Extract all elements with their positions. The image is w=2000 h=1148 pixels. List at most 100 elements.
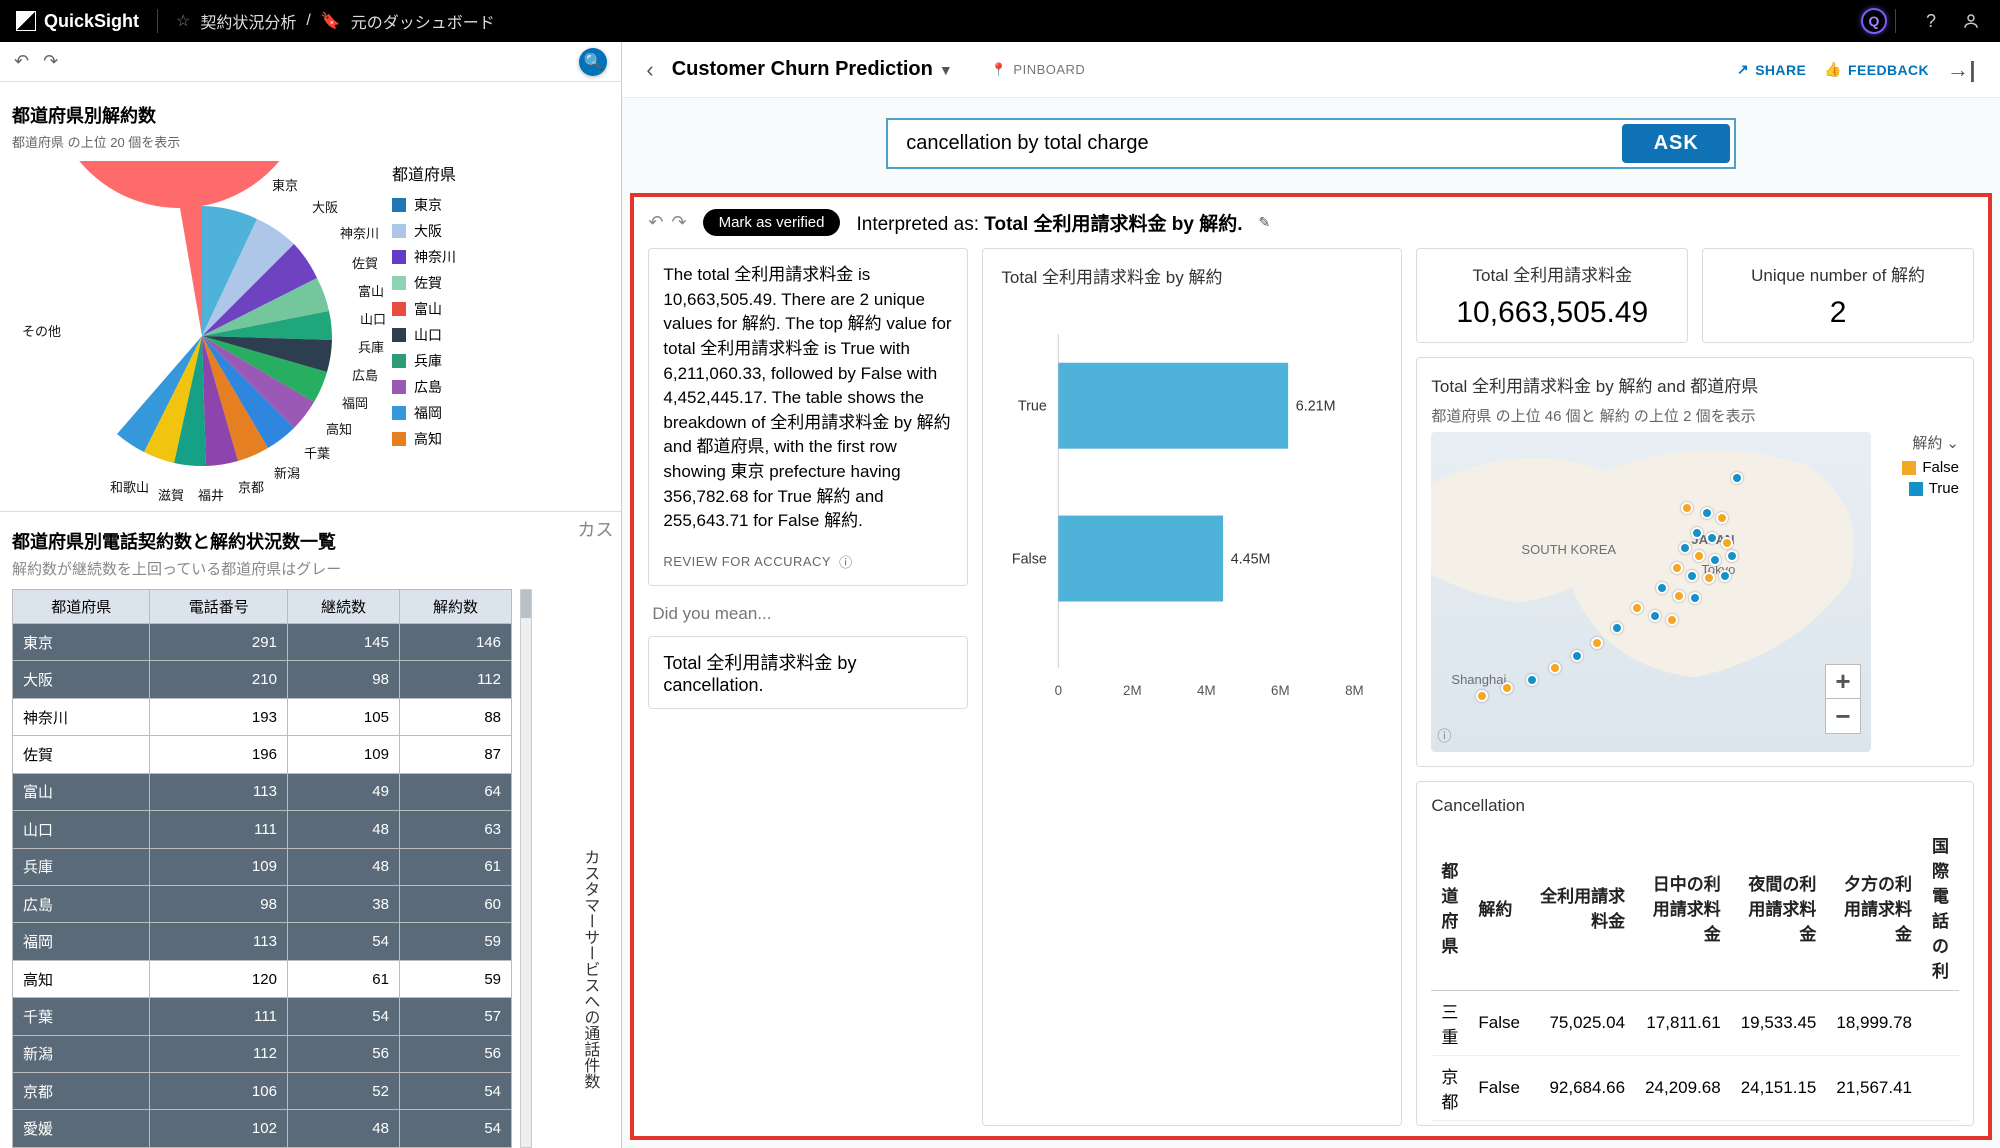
slice-label: 高知 — [326, 419, 352, 438]
bookmark-icon: 🔖 — [321, 11, 341, 31]
redo-button[interactable]: ↷ — [43, 51, 58, 72]
expand-button[interactable]: →| — [1947, 57, 1976, 83]
table-row[interactable]: 京都False92,684.6624,209.6824,151.1521,567… — [1431, 1056, 1959, 1121]
undo-button[interactable]: ↶ — [14, 51, 29, 72]
svg-text:8M: 8M — [1345, 683, 1364, 698]
table-header[interactable]: 解約数 — [399, 590, 511, 624]
undo-icon[interactable]: ↶ — [648, 212, 663, 233]
table-header[interactable]: 都道府県 — [13, 590, 150, 624]
q-floating-button[interactable]: 🔍 — [579, 48, 607, 76]
map-info-icon[interactable]: ⓘ — [1437, 726, 1451, 746]
zoom-in-button[interactable]: + — [1826, 665, 1860, 699]
legend-swatch — [392, 250, 406, 264]
pin-icon: 📍 — [991, 62, 1008, 78]
help-button[interactable]: ? — [1918, 8, 1944, 34]
user-menu-button[interactable] — [1958, 8, 1984, 34]
table-row[interactable]: 愛媛1024854 — [13, 1110, 512, 1148]
table-row[interactable]: 佐賀19610987 — [13, 736, 512, 773]
slice-label: 神奈川 — [340, 223, 379, 242]
redo-icon[interactable]: ↷ — [672, 212, 687, 233]
q-assistant-button[interactable]: Q — [1861, 8, 1887, 34]
back-button[interactable]: ‹ — [646, 57, 653, 83]
result-undo-redo: ↶ ↷ — [648, 212, 686, 233]
table-header[interactable]: 解約 — [1468, 824, 1530, 991]
table-header[interactable]: 夕方の利用請求料金 — [1826, 824, 1922, 991]
topic-selector[interactable]: Customer Churn Prediction ▼ — [672, 58, 953, 81]
pinboard-button[interactable]: 📍 PINBOARD — [991, 62, 1086, 78]
review-accuracy[interactable]: REVIEW FOR ACCURACY ⓘ — [663, 552, 953, 571]
separator: / — [306, 12, 310, 30]
bar-chart[interactable]: 02M4M6M8MTrue6.21MFalse4.45M — [1001, 296, 1383, 716]
legend-item[interactable]: 山口 — [392, 325, 572, 345]
table-header[interactable]: 継続数 — [287, 590, 399, 624]
legend-swatch — [392, 432, 406, 446]
q-assistant-icon: Q — [1861, 8, 1887, 34]
app-logo[interactable]: QuickSight — [16, 11, 139, 32]
prefecture-table[interactable]: 都道府県電話番号継続数解約数 東京291145146大阪21098112神奈川1… — [12, 589, 512, 1148]
slice-label: 富山 — [358, 281, 384, 300]
legend-item[interactable]: 神奈川 — [392, 247, 572, 267]
slice-label: 京都 — [238, 477, 264, 496]
table-row[interactable]: 福岡1135459 — [13, 923, 512, 960]
table-row[interactable]: 新潟1125656 — [13, 1035, 512, 1072]
table-row[interactable]: 山口1114863 — [13, 811, 512, 848]
table-row[interactable]: 千葉1115457 — [13, 998, 512, 1035]
cancellation-table[interactable]: 都道府県解約全利用請求料金日中の利用請求料金夜間の利用請求料金夕方の利用請求料金… — [1431, 824, 1959, 1126]
table-row[interactable]: 兵庫1094861 — [13, 848, 512, 885]
legend-item[interactable]: 大阪 — [392, 221, 572, 241]
legend-item[interactable]: 兵庫 — [392, 351, 572, 371]
vertical-scrollbar[interactable] — [520, 589, 532, 1148]
legend-item[interactable]: 東京 — [392, 195, 572, 215]
table-row[interactable]: 広島983860 — [13, 885, 512, 922]
table-row[interactable]: 神奈川19310588 — [13, 698, 512, 735]
pie-legend: 都道府県 東京大阪神奈川佐賀富山山口兵庫広島福岡高知 — [392, 161, 572, 501]
table-row[interactable]: 佐賀False206,342.5453,630.0552,114.3351,41… — [1431, 1121, 1959, 1127]
left-dashboard-panel: ↶ ↷ 🔍 都道府県別解約数 都道府県 の上位 20 個を表示 — [0, 42, 622, 1148]
slice-label: 滋賀 — [158, 485, 184, 504]
table-row[interactable]: 三重False75,025.0417,811.6119,533.4518,999… — [1431, 991, 1959, 1056]
kpi-row: Total 全利用請求料金 10,663,505.49 Unique numbe… — [1416, 248, 1974, 343]
svg-text:4M: 4M — [1197, 683, 1216, 698]
dashboard-link[interactable]: 元のダッシュボード — [351, 9, 495, 33]
svg-text:False: False — [1012, 551, 1047, 567]
legend-item[interactable]: 広島 — [392, 377, 572, 397]
svg-text:0: 0 — [1055, 683, 1062, 698]
left-toolbar: ↶ ↷ 🔍 — [0, 42, 621, 82]
ask-button[interactable]: ASK — [1622, 124, 1730, 163]
map-visual[interactable]: SOUTH KOREA JAPAN Tokyo Shanghai + − — [1431, 432, 1871, 752]
legend-item[interactable]: 佐賀 — [392, 273, 572, 293]
table-row[interactable]: 大阪21098112 — [13, 661, 512, 698]
map-legend: 解約⌄ False True — [1871, 432, 1959, 752]
legend-item[interactable]: 高知 — [392, 429, 572, 449]
scrollbar-thumb[interactable] — [521, 590, 531, 618]
feedback-button[interactable]: 👍 FEEDBACK — [1824, 61, 1929, 78]
table-row[interactable]: 東京291145146 — [13, 624, 512, 661]
table-row[interactable]: 富山1134964 — [13, 773, 512, 810]
table-row[interactable]: 京都1065254 — [13, 1073, 512, 1110]
legend-swatch — [392, 276, 406, 290]
legend-swatch — [392, 224, 406, 238]
table-header[interactable]: 夜間の利用請求料金 — [1731, 824, 1827, 991]
table-header[interactable]: 国際電話の利 — [1922, 824, 1959, 991]
mark-verified-button[interactable]: Mark as verified — [703, 209, 841, 236]
table-header[interactable]: 日中の利用請求料金 — [1635, 824, 1731, 991]
slice-label: 兵庫 — [358, 337, 384, 356]
table-subtitle: 解約数が継続数を上回っている都道府県はグレー — [12, 558, 609, 579]
ask-input[interactable] — [888, 120, 1618, 167]
table-header[interactable]: 全利用請求料金 — [1530, 824, 1635, 991]
pie-chart[interactable]: その他 東京 大阪 神奈川 佐賀 富山 山口 兵庫 広島 福岡 高知 千葉 新潟… — [12, 161, 392, 501]
edit-interpretation-button[interactable]: ✎ — [1259, 214, 1271, 231]
suggestion-item[interactable]: Total 全利用請求料金 by cancellation. — [648, 636, 968, 709]
table-header[interactable]: 電話番号 — [150, 590, 287, 624]
favorite-star-icon[interactable]: ☆ — [176, 11, 190, 31]
legend-swatch — [392, 302, 406, 316]
zoom-out-button[interactable]: − — [1826, 699, 1860, 733]
narrative-text: The total 全利用請求料金 is 10,663,505.49. Ther… — [663, 263, 953, 534]
legend-item[interactable]: 富山 — [392, 299, 572, 319]
share-button[interactable]: ↗ SHARE — [1737, 61, 1806, 78]
legend-item[interactable]: 福岡 — [392, 403, 572, 423]
table-row[interactable]: 高知1206159 — [13, 960, 512, 997]
table-header[interactable]: 都道府県 — [1431, 824, 1468, 991]
slice-label: 福岡 — [342, 393, 368, 412]
chevron-down-icon[interactable]: ⌄ — [1946, 434, 1959, 452]
